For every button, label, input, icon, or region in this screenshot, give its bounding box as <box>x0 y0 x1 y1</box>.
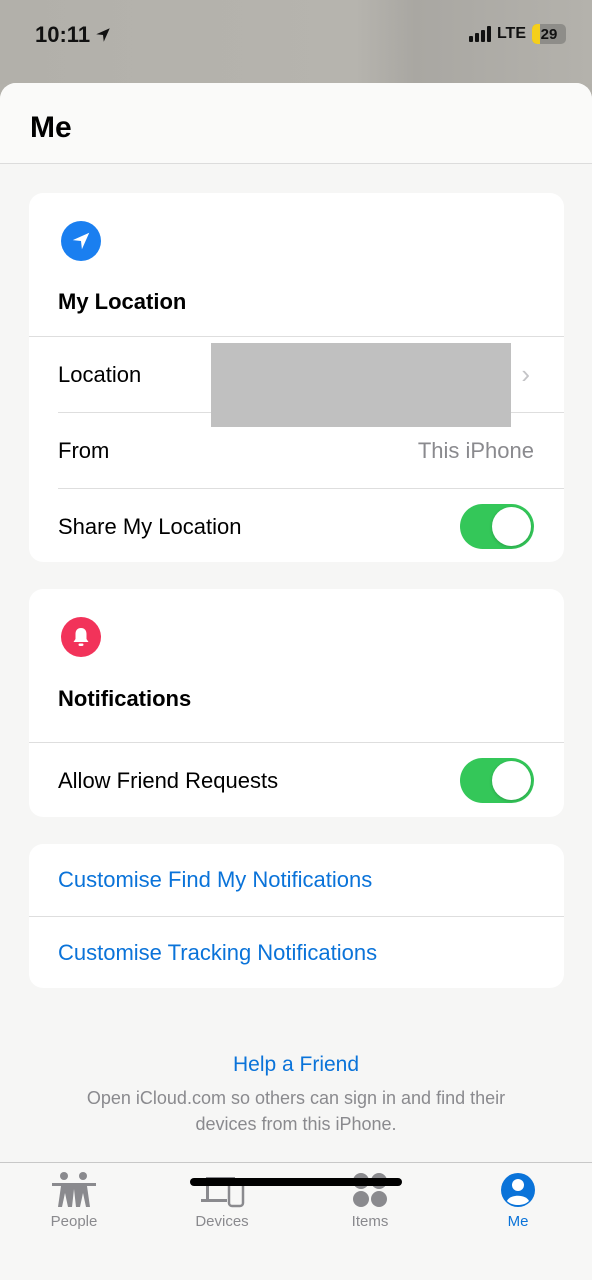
page-title: Me <box>30 111 72 144</box>
home-indicator[interactable] <box>190 1178 402 1186</box>
customise-find-my-link[interactable]: Customise Find My Notifications <box>29 844 564 916</box>
share-location-label: Share My Location <box>58 513 242 539</box>
status-bar: 10:11 LTE 29 <box>0 0 592 84</box>
time-text: 10:11 <box>35 22 91 47</box>
tab-me[interactable]: Me <box>463 1171 573 1230</box>
from-label: From <box>58 437 110 463</box>
tab-people[interactable]: People <box>19 1171 129 1230</box>
notifications-card: Notifications Allow Friend Requests <box>29 589 564 817</box>
items-icon <box>353 1173 387 1207</box>
network-type: LTE <box>496 25 526 42</box>
chevron-right-icon: › <box>521 359 530 389</box>
my-location-card: My Location Location › From This iPhone … <box>29 193 564 562</box>
share-location-row: Share My Location <box>29 489 564 562</box>
allow-friend-requests-toggle[interactable] <box>460 758 534 803</box>
notifications-title: Notifications <box>58 686 192 711</box>
share-location-toggle[interactable] <box>460 504 534 549</box>
help-a-friend-link[interactable]: Help a Friend <box>0 1053 592 1077</box>
from-value: This iPhone <box>417 437 534 463</box>
devices-icon <box>201 1177 245 1208</box>
allow-friend-requests-label: Allow Friend Requests <box>58 767 279 793</box>
tab-label: Devices <box>195 1213 249 1230</box>
allow-friend-requests-row: Allow Friend Requests <box>29 743 564 817</box>
tab-label: Items <box>351 1213 389 1230</box>
customise-tracking-link[interactable]: Customise Tracking Notifications <box>29 917 564 988</box>
status-indicators: LTE 29 <box>468 24 566 44</box>
location-arrow-icon <box>61 221 101 261</box>
my-location-title: My Location <box>58 289 187 314</box>
redacted-location-value <box>211 343 511 427</box>
tab-label: People <box>50 1213 98 1230</box>
battery-icon: 29 <box>532 24 566 44</box>
bell-icon <box>61 617 101 657</box>
help-description: Open iCloud.com so others can sign in an… <box>86 1088 506 1134</box>
people-icon <box>52 1172 96 1207</box>
me-icon <box>501 1173 535 1207</box>
sheet-header: Me <box>0 83 592 164</box>
location-arrow-icon <box>96 28 110 42</box>
customise-links-card: Customise Find My Notifications Customis… <box>29 844 564 988</box>
location-label: Location <box>58 361 142 387</box>
signal-icon <box>468 26 491 42</box>
me-sheet: Me My Location Location › From This iPho… <box>0 83 592 1280</box>
tab-label: Me <box>507 1213 529 1230</box>
status-time: 10:11 <box>35 22 112 48</box>
battery-level: 29 <box>540 25 558 43</box>
